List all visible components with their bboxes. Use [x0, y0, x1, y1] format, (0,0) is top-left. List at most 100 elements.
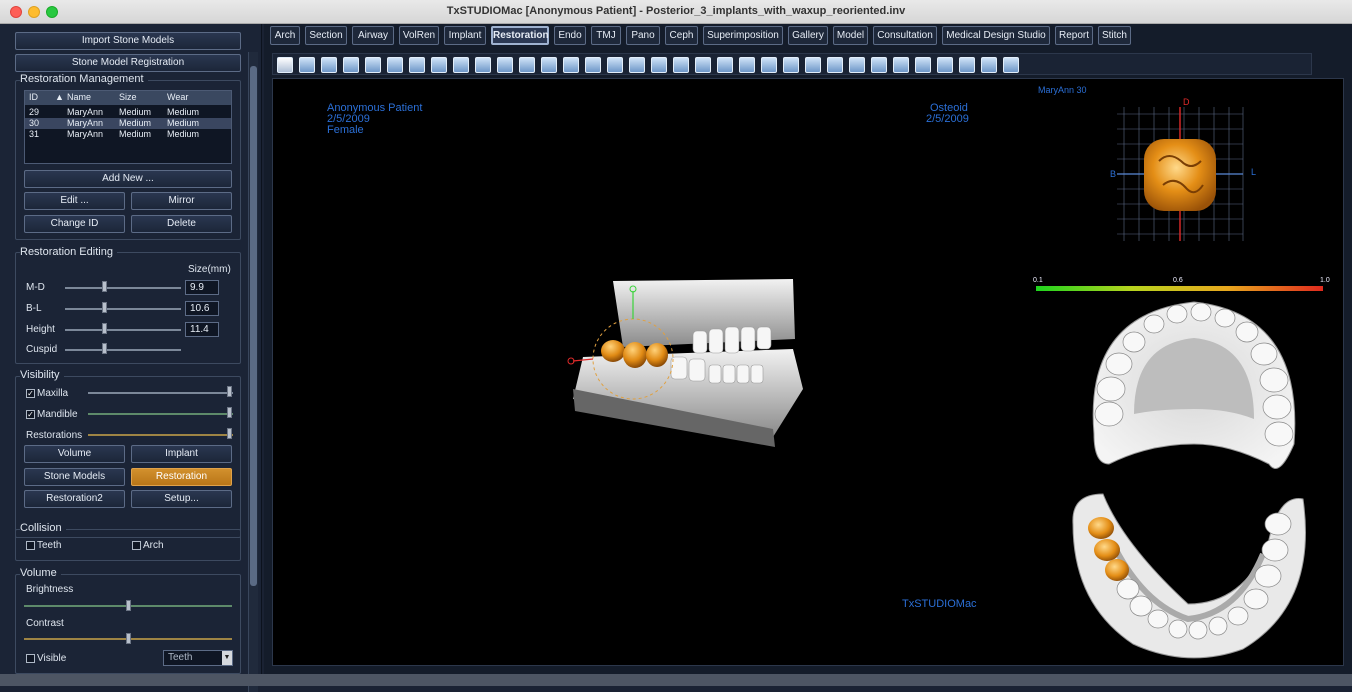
reset-icon[interactable]: [563, 57, 579, 73]
bl-slider[interactable]: [65, 308, 181, 310]
cuspid-slider-thumb[interactable]: [102, 343, 107, 354]
teeth-collision-checkbox[interactable]: [26, 541, 35, 550]
stl-icon[interactable]: [915, 57, 931, 73]
md-value-field[interactable]: 9.9: [185, 280, 219, 295]
view-left-icon[interactable]: [299, 57, 315, 73]
change-id-button[interactable]: Change ID: [24, 215, 125, 233]
tooth-icon[interactable]: [849, 57, 865, 73]
cut-icon[interactable]: [739, 57, 755, 73]
view-back-icon[interactable]: [365, 57, 381, 73]
bl-value-field[interactable]: 10.6: [185, 301, 219, 316]
screen-icon[interactable]: [959, 57, 975, 73]
stone-models-button[interactable]: Stone Models: [24, 468, 125, 486]
edit-restoration-button[interactable]: Edit ...: [24, 192, 125, 210]
maxilla-occlusal-view[interactable]: [1079, 294, 1309, 484]
height-slider-thumb[interactable]: [102, 323, 107, 334]
import-stone-models-button[interactable]: Import Stone Models: [15, 32, 241, 50]
col-size[interactable]: Size: [119, 92, 137, 102]
angle-measure-icon[interactable]: [497, 57, 513, 73]
brightness-slider-thumb[interactable]: [126, 600, 131, 611]
restorations-opacity-thumb[interactable]: [227, 428, 232, 439]
bl-slider-thumb[interactable]: [102, 302, 107, 313]
target-icon[interactable]: [827, 57, 843, 73]
view-top-icon[interactable]: [387, 57, 403, 73]
table-row-selected[interactable]: 30 MaryAnn Medium Medium: [25, 118, 231, 129]
align-icon[interactable]: [761, 57, 777, 73]
mirror-button[interactable]: Mirror: [131, 192, 232, 210]
left-panel-scrollbar[interactable]: [248, 52, 258, 692]
maxilla-checkbox[interactable]: ✓: [26, 389, 35, 398]
tab-consultation[interactable]: Consultation: [873, 26, 937, 45]
3d-viewport[interactable]: Anonymous Patient 2/5/2009 Female Osteoi…: [272, 78, 1344, 666]
wrench-icon[interactable]: [1003, 57, 1019, 73]
export-icon[interactable]: [893, 57, 909, 73]
ruler-icon[interactable]: [475, 57, 491, 73]
table-row[interactable]: 29 MaryAnn Medium Medium: [25, 107, 231, 118]
tab-stitch[interactable]: Stitch: [1098, 26, 1131, 45]
rotate-ccw-icon[interactable]: [607, 57, 623, 73]
restoration-table[interactable]: ID ▲ Name Size Wear 29 MaryAnn Medium Me…: [24, 90, 232, 164]
crown-icon[interactable]: [541, 57, 557, 73]
double-arrow-icon[interactable]: [717, 57, 733, 73]
layers-icon[interactable]: [871, 57, 887, 73]
move-icon[interactable]: [783, 57, 799, 73]
delete-button[interactable]: Delete: [131, 215, 232, 233]
tab-pano[interactable]: Pano: [626, 26, 660, 45]
restoration-toggle-button[interactable]: Restoration: [131, 468, 232, 486]
crosshair-icon[interactable]: [519, 57, 535, 73]
table-row[interactable]: 31 MaryAnn Medium Medium: [25, 129, 231, 140]
tooth-orientation-grid[interactable]: [1109, 99, 1249, 249]
volume-type-dropdown[interactable]: Teeth ▼: [163, 650, 233, 666]
mandible-opacity-slider[interactable]: [88, 413, 233, 415]
arch-collision-checkbox[interactable]: [132, 541, 141, 550]
tab-medical-design-studio[interactable]: Medical Design Studio: [942, 26, 1050, 45]
view-right-icon[interactable]: [321, 57, 337, 73]
height-slider[interactable]: [65, 329, 181, 331]
pencil-icon[interactable]: [673, 57, 689, 73]
md-slider-thumb[interactable]: [102, 281, 107, 292]
tab-tmj[interactable]: TMJ: [591, 26, 621, 45]
tab-gallery[interactable]: Gallery: [788, 26, 828, 45]
view-front-icon[interactable]: [343, 57, 359, 73]
restorations-opacity-slider[interactable]: [88, 434, 233, 436]
volume-visible-checkbox[interactable]: [26, 654, 35, 663]
mandible-opacity-thumb[interactable]: [227, 407, 232, 418]
contrast-slider-thumb[interactable]: [126, 633, 131, 644]
maxilla-opacity-thumb[interactable]: [227, 386, 232, 397]
cuspid-slider[interactable]: [65, 349, 181, 351]
tab-endo[interactable]: Endo: [554, 26, 586, 45]
add-new-restoration-button[interactable]: Add New ...: [24, 170, 232, 188]
implant-button[interactable]: Implant: [131, 445, 232, 463]
height-value-field[interactable]: 11.4: [185, 322, 219, 337]
tab-model[interactable]: Model: [833, 26, 868, 45]
arrow-down-icon[interactable]: [695, 57, 711, 73]
col-name[interactable]: Name: [67, 92, 91, 102]
tab-ceph[interactable]: Ceph: [665, 26, 698, 45]
bookmark-icon[interactable]: [453, 57, 469, 73]
stone-model-registration-button[interactable]: Stone Model Registration: [15, 54, 241, 72]
tab-arch[interactable]: Arch: [270, 26, 300, 45]
col-wear[interactable]: Wear: [167, 92, 188, 102]
rotate-x-icon[interactable]: [629, 57, 645, 73]
grid-icon[interactable]: [805, 57, 821, 73]
col-id[interactable]: ID: [29, 92, 38, 102]
mandible-occlusal-view[interactable]: [1063, 484, 1313, 664]
restoration2-button[interactable]: Restoration2: [24, 490, 125, 508]
tab-airway[interactable]: Airway: [352, 26, 394, 45]
tab-report[interactable]: Report: [1055, 26, 1093, 45]
setup-button[interactable]: Setup...: [131, 490, 232, 508]
tab-section[interactable]: Section: [305, 26, 347, 45]
info-icon[interactable]: [981, 57, 997, 73]
volume-button[interactable]: Volume: [24, 445, 125, 463]
maxilla-opacity-slider[interactable]: [88, 392, 233, 394]
scrollbar-thumb[interactable]: [250, 66, 257, 586]
tab-volren[interactable]: VolRen: [399, 26, 439, 45]
tab-superimposition[interactable]: Superimposition: [703, 26, 783, 45]
rotate-cw-icon[interactable]: [585, 57, 601, 73]
view-bottom-icon[interactable]: [409, 57, 425, 73]
md-slider[interactable]: [65, 287, 181, 289]
tab-implant[interactable]: Implant: [444, 26, 486, 45]
frame-icon[interactable]: [937, 57, 953, 73]
rotate-icon[interactable]: [431, 57, 447, 73]
rotate-y-icon[interactable]: [651, 57, 667, 73]
